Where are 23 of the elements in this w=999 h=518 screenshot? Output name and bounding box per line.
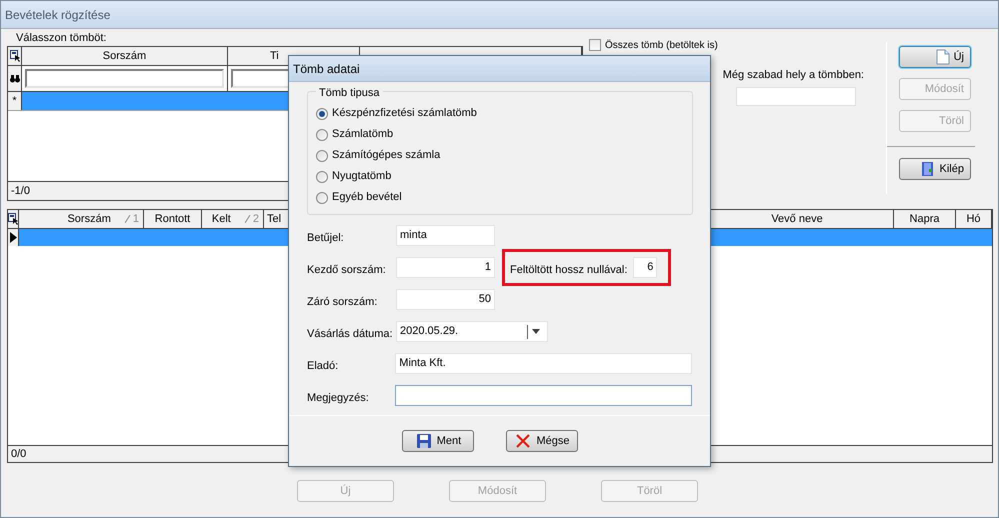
sort-order: 2 <box>252 212 259 227</box>
section-label: Válasszon tömböt: <box>15 31 106 46</box>
field-label: Még szabad hely a tömbben: <box>722 68 864 83</box>
field-label: Eladó: <box>307 359 340 374</box>
field-label: Betűjel: <box>307 231 345 246</box>
field-label: Vásárlás dátuma: <box>307 327 394 342</box>
field-label: Kezdő sorszám: <box>307 263 387 278</box>
record-counter: 0/0 <box>11 446 26 462</box>
radio-label: Számítógépes számla <box>332 148 440 164</box>
record-counter: -1/0 <box>11 184 30 199</box>
checkbox-label: Összes tömb (betöltek is) <box>605 38 718 52</box>
radio-label: Egyéb bevétel <box>332 190 402 206</box>
radio-label: Nyugtatömb <box>332 169 392 184</box>
new-row-marker: * <box>12 96 17 106</box>
field-label: Feltöltött hossz nullával: <box>510 263 628 278</box>
field-label: Záró sorszám: <box>307 295 378 310</box>
window-title: Bevételek rögzítése <box>5 6 110 24</box>
radio-label: Számlatömb <box>332 127 394 142</box>
field-label: Megjegyzés: <box>307 391 370 406</box>
sort-order: 1 <box>132 212 139 227</box>
dialog-title: Tömb adatai <box>293 60 360 78</box>
radio-label: Készpénzfizetési számlatömb <box>332 106 477 122</box>
group-title: Tömb tipusa <box>316 85 383 102</box>
